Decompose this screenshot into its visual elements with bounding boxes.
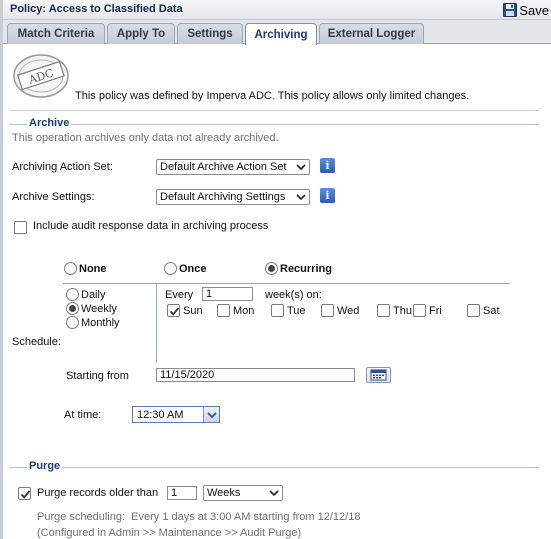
freq-weekly-label: Weekly (81, 303, 117, 315)
purge-unit-select[interactable]: Weeks (203, 485, 283, 501)
title-bar: Policy: Access to Classified Data Save (3, 0, 551, 20)
tab-settings[interactable]: Settings (177, 23, 243, 44)
archive-note: This operation archives only data not al… (12, 132, 279, 144)
floppy-disk-icon (503, 3, 518, 17)
action-set-info-icon[interactable]: i (320, 158, 335, 173)
window-title: Policy: Access to Classified Data (10, 3, 183, 15)
day-wed-checkbox[interactable] (321, 304, 334, 317)
save-label: Save (519, 2, 549, 18)
policy-banner-text: This policy was defined by Imperva ADC. … (75, 90, 470, 102)
schedule-none-radio[interactable] (64, 262, 77, 275)
schedule-recurring-label: Recurring (280, 263, 332, 275)
select-value: Weeks (207, 487, 241, 499)
select-value: 12:30 AM (137, 409, 184, 421)
select-value: Default Archiving Settings (160, 191, 286, 203)
purge-checkbox-label: Purge records older than (37, 487, 159, 499)
schedule-label: Schedule: (12, 336, 61, 348)
at-time-dropdown-button[interactable] (203, 407, 219, 422)
day-mon-checkbox[interactable] (217, 304, 230, 317)
purge-scheduling-text: Purge scheduling: Every 1 days at 3:00 A… (37, 511, 361, 523)
archive-settings-select[interactable]: Default Archiving Settings (156, 189, 310, 205)
freq-weekly-radio[interactable] (66, 302, 79, 315)
chevron-down-icon (296, 164, 306, 171)
every-label: Every (165, 289, 194, 301)
schedule-once-label: Once (179, 263, 207, 275)
purge-section-line (9, 467, 539, 468)
include-audit-checkbox[interactable] (14, 221, 27, 234)
checkmark-icon (20, 490, 31, 499)
schedule-once-radio[interactable] (164, 262, 177, 275)
tab-label: Match Criteria (17, 28, 95, 40)
tab-apply-to[interactable]: Apply To (107, 23, 175, 44)
tab-archiving[interactable]: Archiving (245, 23, 317, 45)
save-button[interactable]: Save (503, 1, 549, 19)
calendar-button[interactable] (366, 367, 391, 383)
day-fri-checkbox[interactable] (413, 304, 426, 317)
day-fri-label: Fri (429, 305, 442, 317)
tab-label: Apply To (116, 28, 166, 40)
tab-external-logger[interactable]: External Logger (319, 23, 424, 44)
archiving-panel: ADC This policy was defined by Imperva A… (3, 45, 551, 539)
chevron-down-icon (207, 412, 217, 419)
archiving-action-set-select[interactable]: Default Archive Action Set (156, 159, 310, 175)
tab-label: Archiving (254, 28, 308, 41)
weeks-on-label: week(s) on: (265, 289, 322, 301)
archive-section-title: Archive (27, 117, 72, 129)
chevron-down-icon (296, 194, 306, 201)
freq-daily-radio[interactable] (66, 288, 79, 301)
tab-bar: Match Criteria Apply To Settings Archivi… (3, 20, 551, 45)
day-tue-label: Tue (287, 305, 306, 317)
checkmark-icon (169, 307, 180, 316)
tab-label: Settings (187, 28, 233, 40)
schedule-recurring-radio[interactable] (265, 262, 278, 275)
calendar-icon (370, 369, 387, 381)
day-sat-label: Sat (483, 305, 500, 317)
day-tue-checkbox[interactable] (271, 304, 284, 317)
day-wed-label: Wed (337, 305, 360, 317)
schedule-divider (63, 283, 510, 284)
purge-section-title: Purge (27, 460, 63, 472)
starting-from-input[interactable]: 11/15/2020 (156, 368, 355, 382)
day-sun-label: Sun (183, 305, 203, 317)
input-value: 11/15/2020 (160, 369, 215, 381)
purge-amount-input[interactable]: 1 (167, 486, 197, 500)
day-thu-label: Thu (393, 305, 412, 317)
freq-daily-label: Daily (81, 289, 106, 301)
select-value: Default Archive Action Set (160, 161, 287, 173)
day-sat-checkbox[interactable] (467, 304, 480, 317)
chevron-down-icon (269, 490, 279, 497)
schedule-vertical-divider (156, 283, 157, 363)
tab-label: External Logger (327, 28, 416, 40)
day-mon-label: Mon (233, 305, 255, 317)
day-thu-checkbox[interactable] (377, 304, 390, 317)
schedule-none-label: None (79, 263, 107, 275)
starting-from-label: Starting from (66, 370, 129, 382)
purge-config-note: (Configured in Admin >> Maintenance >> A… (37, 527, 302, 539)
at-time-label: At time: (64, 409, 102, 421)
include-audit-label: Include audit response data in archiving… (33, 220, 269, 232)
freq-monthly-label: Monthly (81, 317, 120, 329)
adc-stamp-icon: ADC (13, 54, 69, 98)
input-value: 1 (206, 288, 213, 300)
archive-settings-info-icon[interactable]: i (320, 188, 335, 203)
at-time-select[interactable]: 12:30 AM (132, 406, 220, 423)
day-sun-checkbox[interactable] (167, 304, 180, 317)
every-weeks-input[interactable]: 1 (202, 287, 253, 301)
tab-match-criteria[interactable]: Match Criteria (7, 23, 105, 44)
freq-monthly-radio[interactable] (66, 316, 79, 329)
archiving-action-set-label: Archiving Action Set: (12, 161, 113, 173)
purge-checkbox[interactable] (18, 487, 31, 500)
input-value: 1 (171, 487, 178, 499)
banner-divider (9, 110, 539, 111)
archive-settings-label: Archive Settings: (12, 191, 95, 203)
archive-section-line (9, 124, 539, 125)
